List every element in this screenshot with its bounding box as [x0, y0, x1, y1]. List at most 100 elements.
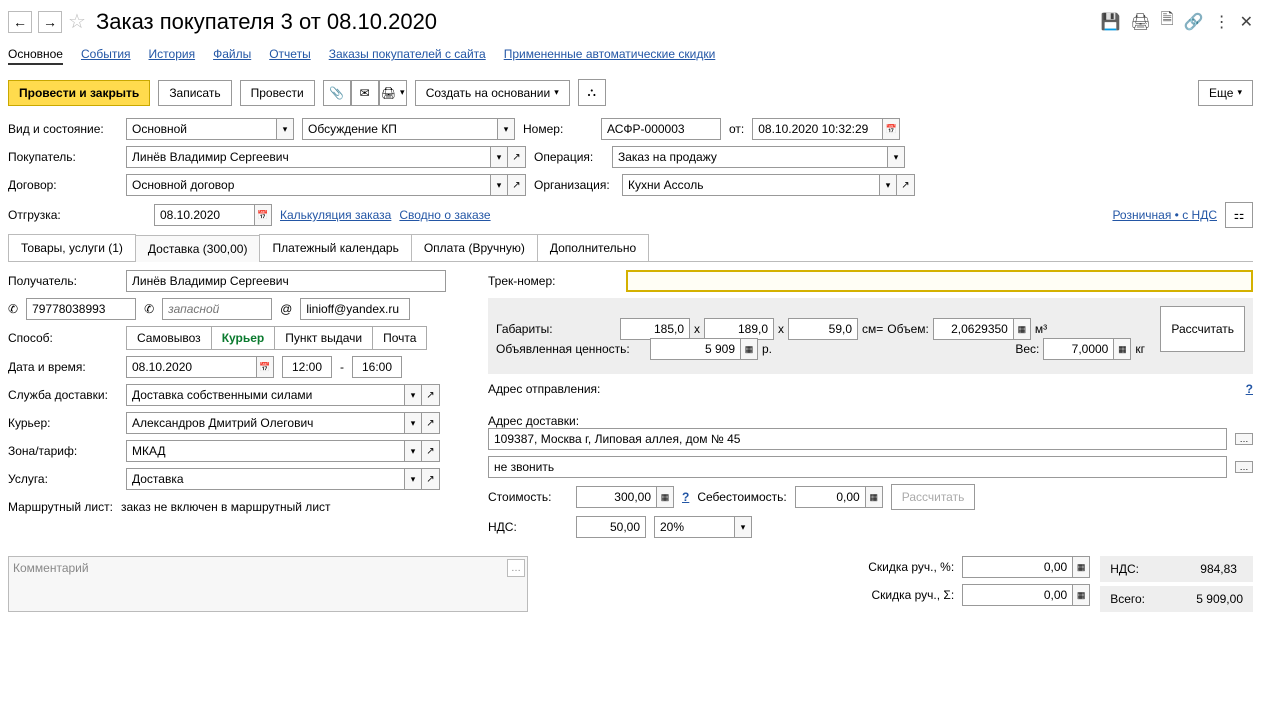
structure-icon[interactable]: ⛬	[578, 79, 606, 106]
star-icon[interactable]: ☆	[68, 9, 86, 34]
write-button[interactable]: Записать	[158, 80, 231, 106]
open-icon[interactable]: ↗	[422, 468, 440, 490]
org-field[interactable]	[622, 174, 879, 196]
dim2-field[interactable]	[704, 318, 774, 340]
ship-date-field[interactable]	[154, 204, 254, 226]
calc-icon[interactable]: ▦	[865, 486, 883, 508]
tab-delivery[interactable]: Доставка (300,00)	[135, 235, 261, 262]
chevron-down-icon[interactable]: ▾	[404, 412, 422, 434]
disc-sum-field[interactable]	[962, 584, 1072, 606]
chevron-down-icon[interactable]: ▾	[734, 516, 752, 538]
chevron-down-icon[interactable]: ▾	[490, 146, 508, 168]
more-button[interactable]: Еще	[1198, 80, 1253, 106]
method-pickup[interactable]: Самовывоз	[127, 327, 212, 349]
tab-payment-calendar[interactable]: Платежный календарь	[259, 234, 411, 261]
declared-field[interactable]	[650, 338, 740, 360]
tab-files[interactable]: Файлы	[213, 47, 251, 65]
tab-discounts[interactable]: Примененные автоматические скидки	[504, 47, 716, 65]
weight-field[interactable]	[1043, 338, 1113, 360]
calendar-icon[interactable]: 📅	[882, 118, 900, 140]
chevron-down-icon[interactable]: ▾	[887, 146, 905, 168]
phone1-field[interactable]	[26, 298, 136, 320]
chevron-down-icon[interactable]: ▾	[404, 440, 422, 462]
dim3-field[interactable]	[788, 318, 858, 340]
close-icon[interactable]: ✕	[1240, 12, 1253, 32]
tab-history[interactable]: История	[149, 47, 196, 65]
open-icon[interactable]: ↗	[422, 440, 440, 462]
tab-reports[interactable]: Отчеты	[269, 47, 310, 65]
phone2-field[interactable]	[162, 298, 272, 320]
open-icon[interactable]: ↗	[508, 174, 526, 196]
tab-main[interactable]: Основное	[8, 47, 63, 65]
print-dropdown[interactable]: 🖨	[379, 80, 407, 106]
nav-forward[interactable]: →	[38, 11, 62, 33]
open-icon[interactable]: ↗	[508, 146, 526, 168]
chevron-down-icon[interactable]: ▾	[497, 118, 515, 140]
state-select[interactable]	[302, 118, 497, 140]
link-icon[interactable]: 🔗	[1184, 12, 1204, 32]
dim1-field[interactable]	[620, 318, 690, 340]
create-based-button[interactable]: Создать на основании	[415, 80, 570, 106]
zone-field[interactable]	[126, 440, 404, 462]
chevron-down-icon[interactable]: ▾	[276, 118, 294, 140]
tab-payment[interactable]: Оплата (Вручную)	[411, 234, 538, 261]
post-button[interactable]: Провести	[240, 80, 315, 106]
ellipsis-icon[interactable]: …	[1235, 433, 1253, 445]
ellipsis-icon[interactable]: …	[507, 559, 525, 577]
chevron-down-icon[interactable]: ▾	[879, 174, 897, 196]
calc-order-link[interactable]: Калькуляция заказа	[280, 208, 391, 222]
open-icon[interactable]: ↗	[422, 384, 440, 406]
time-from-field[interactable]	[282, 356, 332, 378]
price-type-link[interactable]: Розничная • с НДС	[1112, 208, 1217, 222]
usluga-field[interactable]	[126, 468, 404, 490]
post-close-button[interactable]: Провести и закрыть	[8, 80, 150, 106]
track-field[interactable]	[626, 270, 1253, 292]
open-icon[interactable]: ↗	[422, 412, 440, 434]
method-post[interactable]: Почта	[373, 327, 426, 349]
email-field[interactable]	[300, 298, 410, 320]
calc-icon[interactable]: ▦	[1113, 338, 1131, 360]
calc-cost-button[interactable]: Рассчитать	[891, 484, 976, 510]
calc-dims-button[interactable]: Рассчитать	[1160, 306, 1245, 352]
tab-goods[interactable]: Товары, услуги (1)	[8, 234, 136, 261]
operation-field[interactable]	[612, 146, 887, 168]
kind-select[interactable]	[126, 118, 276, 140]
mail-icon[interactable]: ✉	[351, 80, 379, 106]
disc-pct-field[interactable]	[962, 556, 1072, 578]
ellipsis-icon[interactable]: …	[1235, 461, 1253, 473]
date-field[interactable]	[752, 118, 882, 140]
vat-sum-field[interactable]	[576, 516, 646, 538]
print-icon[interactable]: 🖨	[1130, 12, 1150, 32]
note-field[interactable]	[488, 456, 1227, 478]
chevron-down-icon[interactable]: ▾	[404, 468, 422, 490]
buyer-field[interactable]	[126, 146, 490, 168]
kebab-icon[interactable]: ⋮	[1214, 12, 1230, 32]
calc-icon[interactable]: ▦	[740, 338, 758, 360]
calc-icon[interactable]: ▦	[1072, 556, 1090, 578]
open-icon[interactable]: ↗	[897, 174, 915, 196]
time-to-field[interactable]	[352, 356, 402, 378]
calc-icon[interactable]: ▦	[1072, 584, 1090, 606]
courier-field[interactable]	[126, 412, 404, 434]
tab-site-orders[interactable]: Заказы покупателей с сайта	[329, 47, 486, 65]
vol-field[interactable]	[933, 318, 1013, 340]
help-icon[interactable]: ?	[682, 490, 689, 504]
calendar-icon[interactable]: 📅	[254, 204, 272, 226]
delivery-date-field[interactable]	[126, 356, 256, 378]
selfcost-field[interactable]	[795, 486, 865, 508]
vat-rate-field[interactable]	[654, 516, 734, 538]
calc-icon[interactable]: ▦	[656, 486, 674, 508]
recipient-field[interactable]	[126, 270, 446, 292]
service-field[interactable]	[126, 384, 404, 406]
number-field[interactable]	[601, 118, 721, 140]
attach-icon[interactable]: 📎	[323, 80, 351, 106]
method-courier[interactable]: Курьер	[212, 327, 276, 349]
addr-to-field[interactable]	[488, 428, 1227, 450]
comment-box[interactable]: Комментарий …	[8, 556, 528, 612]
price-settings-icon[interactable]: ⚏	[1225, 202, 1253, 228]
nav-back[interactable]: ←	[8, 11, 32, 33]
summary-link[interactable]: Сводно о заказе	[399, 208, 490, 222]
report-icon[interactable]: 🗎	[1161, 8, 1174, 35]
contract-field[interactable]	[126, 174, 490, 196]
calc-icon[interactable]: ▦	[1013, 318, 1031, 340]
